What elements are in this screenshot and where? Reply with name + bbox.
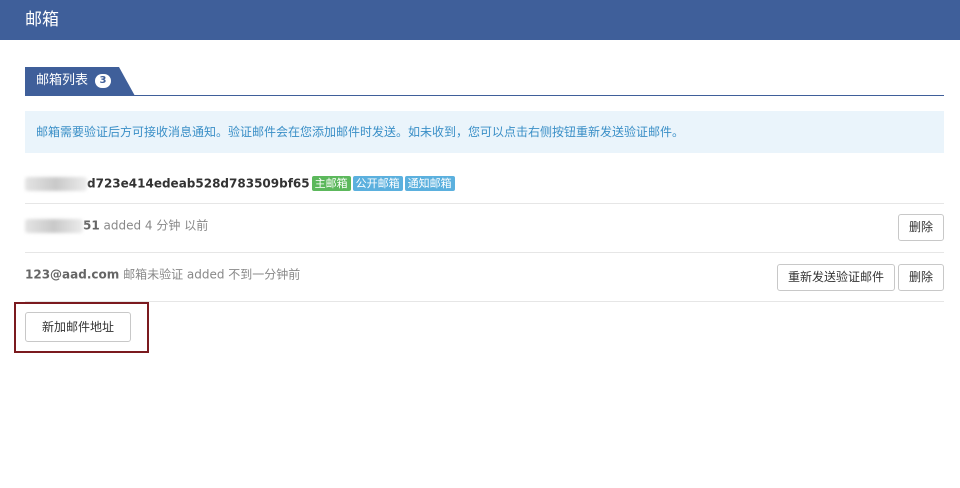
verification-notice: 邮箱需要验证后方可接收消息通知。验证邮件会在您添加邮件时发送。如未收到，您可以点… <box>25 111 944 153</box>
add-email-button[interactable]: 新加邮件地址 <box>25 312 131 342</box>
email-row-primary: d723e414edeab528d783509bf65 主邮箱 公开邮箱 通知邮箱 <box>25 167 944 204</box>
badge-public: 公开邮箱 <box>352 176 403 191</box>
email-line: 123@aad.com 邮箱未验证 added 不到一分钟前 <box>25 265 300 284</box>
tab-label: 邮箱列表 <box>36 73 89 88</box>
resend-verification-button[interactable]: 重新发送验证邮件 <box>777 264 895 291</box>
delete-button[interactable]: 删除 <box>898 214 944 241</box>
page-title: 邮箱 <box>25 10 59 30</box>
badge-primary: 主邮箱 <box>311 176 351 191</box>
badge-notification: 通知邮箱 <box>404 176 455 191</box>
delete-button[interactable]: 删除 <box>898 264 944 291</box>
tab-bar: 邮箱列表 3 <box>25 67 944 96</box>
redacted-mask <box>25 176 87 191</box>
redacted-mask <box>25 218 83 233</box>
email-line: 51 added 4 分钟 以前 <box>25 216 208 235</box>
tab-email-list[interactable]: 邮箱列表 3 <box>25 67 135 96</box>
email-status: 邮箱未验证 added 不到一分钟前 <box>123 267 301 282</box>
email-status: added 4 分钟 以前 <box>103 218 209 233</box>
email-row-second: 51 added 4 分钟 以前 删除 <box>25 204 944 253</box>
top-header: 邮箱 <box>0 0 960 40</box>
email-row-unverified: 123@aad.com 邮箱未验证 added 不到一分钟前 重新发送验证邮件 … <box>25 253 944 302</box>
email-address: 123@aad.com <box>25 267 120 282</box>
email-address: d723e414edeab528d783509bf65 <box>87 176 310 191</box>
email-line: d723e414edeab528d783509bf65 主邮箱 公开邮箱 通知邮箱 <box>25 174 455 193</box>
email-address: 51 <box>83 218 100 233</box>
tab-count-badge: 3 <box>95 74 111 88</box>
